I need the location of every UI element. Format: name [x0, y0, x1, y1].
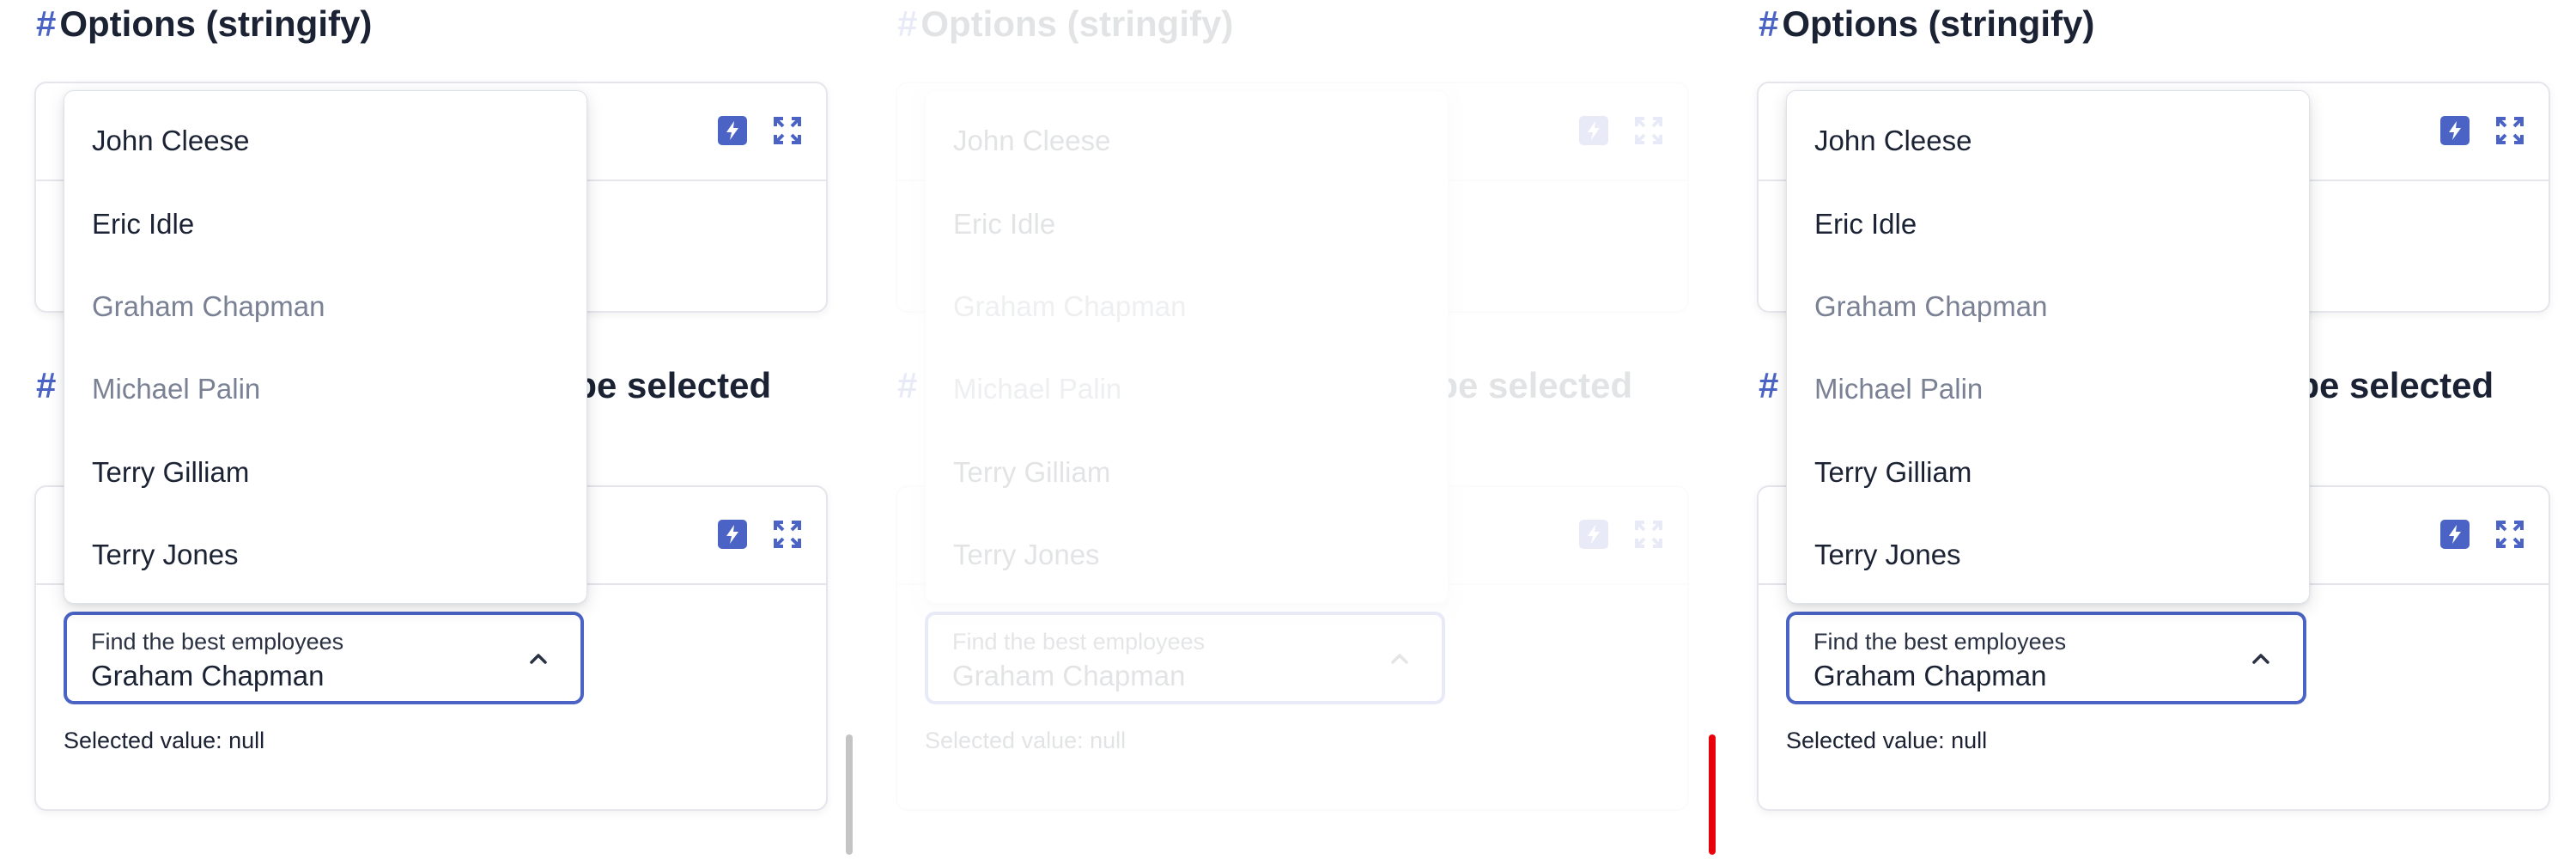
- option-eric-idle[interactable]: Eric Idle: [1814, 198, 1917, 250]
- scrollbar-thumb-active[interactable]: [1709, 734, 1716, 855]
- anchor-hash[interactable]: #: [36, 3, 56, 44]
- section-title-text: Options (stringify): [1782, 3, 2095, 44]
- section-title-disabled: # o be selected: [1759, 365, 2494, 406]
- scrollbar-thumb[interactable]: [846, 734, 853, 855]
- option-terry-jones[interactable]: Terry Jones: [953, 529, 1100, 581]
- section-title-disabled: # o be selected: [36, 365, 771, 406]
- flash-icon[interactable]: [2440, 520, 2470, 549]
- anchor-hash[interactable]: #: [36, 365, 56, 406]
- select-label: Find the best employees: [91, 629, 344, 655]
- employee-select[interactable]: Find the best employees Graham Chapman: [1786, 612, 2306, 704]
- select-value: Graham Chapman: [952, 660, 1186, 691]
- select-label: Find the best employees: [952, 629, 1206, 655]
- option-graham-chapman: Graham Chapman: [92, 290, 325, 322]
- expand-icon[interactable]: [1634, 116, 1663, 145]
- expand-icon[interactable]: [773, 520, 802, 549]
- selected-value-text: Selected value: null: [1786, 728, 1988, 753]
- employee-select[interactable]: Find the best employees Graham Chapman: [64, 612, 584, 704]
- option-john-cleese[interactable]: John Cleese: [953, 115, 1110, 167]
- selected-value-text: Selected value: null: [64, 728, 265, 753]
- select-value: Graham Chapman: [91, 660, 325, 691]
- option-eric-idle[interactable]: Eric Idle: [953, 198, 1055, 250]
- anchor-hash[interactable]: #: [897, 365, 917, 406]
- option-terry-gilliam[interactable]: Terry Gilliam: [1814, 447, 1971, 498]
- anchor-hash[interactable]: #: [897, 3, 917, 44]
- expand-icon[interactable]: [773, 116, 802, 145]
- option-terry-gilliam[interactable]: Terry Gilliam: [953, 447, 1110, 498]
- flash-icon[interactable]: [1579, 520, 1608, 549]
- flash-icon[interactable]: [718, 520, 747, 549]
- option-graham-chapman: Graham Chapman: [953, 290, 1187, 322]
- flash-icon[interactable]: [2440, 116, 2470, 145]
- section-title-disabled: # o be selected: [897, 365, 1632, 406]
- flash-icon[interactable]: [1579, 116, 1608, 145]
- select-label: Find the best employees: [1814, 629, 2067, 655]
- option-terry-gilliam[interactable]: Terry Gilliam: [92, 447, 249, 498]
- option-john-cleese[interactable]: John Cleese: [92, 115, 249, 167]
- section-title-options: #Options (stringify): [897, 3, 1233, 45]
- demo-panel-left: #Options (stringify) # o be selected Find…: [0, 0, 859, 859]
- expand-icon[interactable]: [2495, 116, 2524, 145]
- options-dropdown: John Cleese Eric Idle Graham Chapman Mic…: [64, 90, 587, 604]
- employee-select[interactable]: Find the best employees Graham Chapman: [925, 612, 1445, 704]
- section-title-options: #Options (stringify): [36, 3, 372, 45]
- option-terry-jones[interactable]: Terry Jones: [1814, 529, 1961, 581]
- section-title-options: #Options (stringify): [1759, 3, 2094, 45]
- select-value: Graham Chapman: [1814, 660, 2047, 691]
- chevron-up-icon[interactable]: [2250, 648, 2272, 670]
- option-terry-jones[interactable]: Terry Jones: [92, 529, 239, 581]
- option-graham-chapman: Graham Chapman: [1814, 290, 2048, 322]
- chevron-up-icon[interactable]: [1388, 648, 1411, 670]
- section-title-text: Options (stringify): [59, 3, 373, 44]
- anchor-hash[interactable]: #: [1759, 365, 1778, 406]
- demo-panel-right: #Options (stringify) # o be selected Find…: [1722, 0, 2576, 859]
- option-john-cleese[interactable]: John Cleese: [1814, 115, 1971, 167]
- section-title-text: Options (stringify): [920, 3, 1234, 44]
- anchor-hash[interactable]: #: [1759, 3, 1778, 44]
- selected-value-text: Selected value: null: [925, 728, 1127, 753]
- demo-panel-middle: #Options (stringify) # o be selected Find…: [861, 0, 1720, 859]
- option-eric-idle[interactable]: Eric Idle: [92, 198, 194, 250]
- options-dropdown: John Cleese Eric Idle Graham Chapman Mic…: [1786, 90, 2310, 604]
- flash-icon[interactable]: [718, 116, 747, 145]
- chevron-up-icon[interactable]: [527, 648, 550, 670]
- options-dropdown: John Cleese Eric Idle Graham Chapman Mic…: [925, 90, 1449, 604]
- expand-icon[interactable]: [2495, 520, 2524, 549]
- option-michael-palin: Michael Palin: [953, 373, 1122, 405]
- option-michael-palin: Michael Palin: [1814, 373, 1984, 405]
- option-michael-palin: Michael Palin: [92, 373, 261, 405]
- expand-icon[interactable]: [1634, 520, 1663, 549]
